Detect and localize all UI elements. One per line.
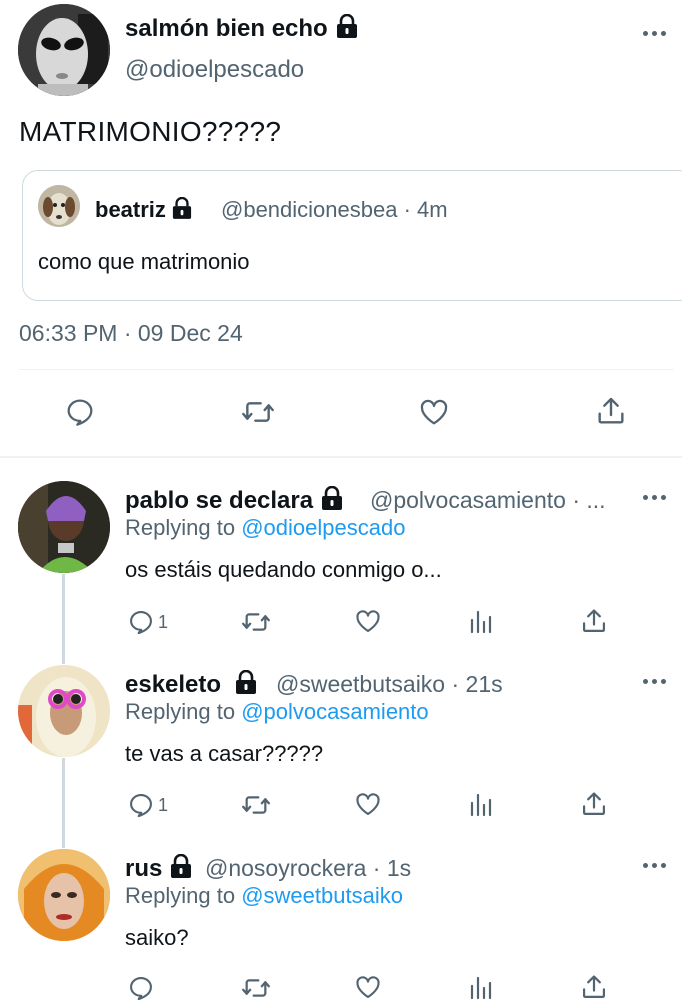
share-button[interactable]: [580, 789, 608, 819]
avatar-eskeleto[interactable]: [18, 665, 110, 757]
more-icon[interactable]: [643, 862, 669, 870]
replying-to-link[interactable]: @polvocasamiento: [241, 699, 428, 724]
person-avatar-icon: [18, 849, 110, 941]
person-avatar-icon: [18, 665, 110, 757]
share-button[interactable]: [595, 394, 627, 428]
share-icon: [582, 609, 606, 633]
views-icon: [470, 610, 492, 634]
more-icon[interactable]: [643, 494, 669, 502]
reply-icon: [130, 977, 152, 1000]
reply-button[interactable]: [64, 396, 96, 428]
alien-avatar-icon: [18, 4, 110, 96]
retweet-icon: [242, 979, 270, 997]
retweet-button[interactable]: [240, 974, 272, 1000]
more-icon[interactable]: [643, 678, 669, 686]
divider: [19, 369, 674, 370]
like-button[interactable]: [353, 973, 383, 1000]
display-name[interactable]: salmón bien echo: [125, 14, 358, 43]
lock-icon: [172, 197, 192, 219]
replying-to-link[interactable]: @sweetbutsaiko: [241, 883, 403, 908]
avatar-pablo[interactable]: [18, 481, 110, 573]
like-icon: [420, 399, 448, 425]
lock-icon: [171, 854, 192, 878]
views-icon: [470, 976, 492, 1000]
handle-time[interactable]: @nosoyrockera · 1s: [205, 855, 411, 882]
display-name[interactable]: rus: [125, 854, 192, 883]
retweet-icon: [242, 796, 270, 814]
handle[interactable]: @odioelpescado: [125, 56, 304, 84]
views-button[interactable]: [469, 974, 493, 1000]
quoted-tweet[interactable]: beatriz @bendicionesbea · 4m como que ma…: [22, 170, 682, 301]
timestamp[interactable]: 06:33 PM · 09 Dec 24: [19, 320, 243, 347]
views-icon: [470, 793, 492, 817]
more-icon[interactable]: [643, 30, 669, 38]
lock-icon: [336, 14, 357, 38]
replying-to: Replying to @sweetbutsaiko: [125, 883, 403, 908]
divider: [0, 456, 682, 458]
share-icon: [582, 975, 606, 999]
display-name[interactable]: eskeleto: [125, 670, 257, 699]
handle-time[interactable]: @sweetbutsaiko · 21s: [276, 671, 503, 698]
share-icon: [598, 397, 624, 424]
reply-button[interactable]: 1: [127, 608, 168, 636]
like-button[interactable]: [353, 607, 383, 635]
thread-line: [62, 758, 65, 848]
avatar-beatriz: [38, 185, 80, 227]
reply-button[interactable]: [127, 974, 155, 1000]
share-button[interactable]: [580, 606, 608, 636]
share-button[interactable]: [580, 972, 608, 1000]
reply-button[interactable]: 1: [127, 791, 168, 819]
dog-avatar-icon: [38, 185, 80, 227]
replying-to-link[interactable]: @odioelpescado: [241, 515, 405, 540]
display-name[interactable]: pablo se declara: [125, 486, 343, 515]
like-icon: [356, 610, 380, 632]
tweet-text: saiko?: [125, 925, 189, 950]
like-icon: [356, 793, 380, 815]
person-avatar-icon: [18, 481, 110, 573]
like-button[interactable]: [417, 396, 451, 428]
quoted-handle-time: @bendicionesbea · 4m: [221, 197, 448, 222]
tweet-text: os estáis quedando conmigo o...: [125, 557, 442, 582]
reply-icon: [130, 794, 152, 818]
lock-icon: [322, 486, 343, 510]
views-button[interactable]: [469, 791, 493, 819]
reply-icon: [130, 611, 152, 635]
retweet-button[interactable]: [240, 791, 272, 819]
thread-line: [62, 574, 65, 664]
reply-count: 1: [158, 611, 169, 632]
like-button[interactable]: [353, 790, 383, 818]
retweet-button[interactable]: [240, 608, 272, 636]
share-icon: [582, 792, 606, 816]
reply-icon: [67, 399, 93, 426]
like-icon: [356, 976, 380, 998]
quoted-display-name: beatriz: [95, 197, 192, 223]
tweet-text: te vas a casar?????: [125, 741, 324, 766]
replying-to: Replying to @odioelpescado: [125, 515, 406, 540]
avatar-salmon[interactable]: [18, 4, 110, 96]
reply-count: 1: [158, 794, 169, 815]
views-button[interactable]: [469, 608, 493, 636]
retweet-icon: [242, 613, 270, 631]
quoted-text: como que matrimonio: [38, 249, 250, 274]
retweet-icon: [242, 402, 274, 422]
handle-time[interactable]: @polvocasamiento · ...: [370, 487, 606, 514]
replying-to: Replying to @polvocasamiento: [125, 699, 429, 724]
avatar-rus[interactable]: [18, 849, 110, 941]
retweet-button[interactable]: [240, 396, 276, 428]
tweet-text: MATRIMONIO?????: [19, 116, 282, 147]
lock-icon: [236, 670, 257, 694]
